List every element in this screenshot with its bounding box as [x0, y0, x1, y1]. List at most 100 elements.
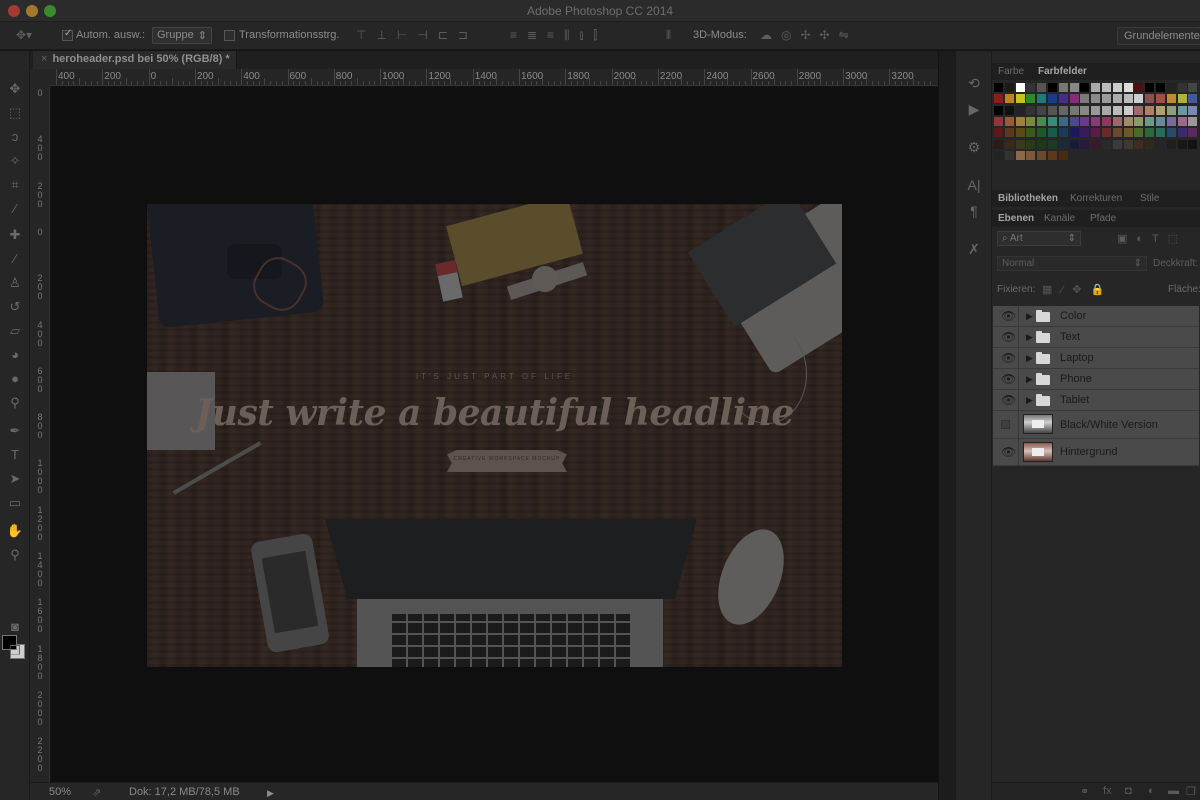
color-swatch[interactable] — [1112, 128, 1122, 138]
color-swatch[interactable] — [1048, 150, 1057, 160]
color-swatch[interactable] — [1048, 128, 1057, 138]
blend-mode-dropdown[interactable]: Normal ⇕ — [997, 256, 1147, 271]
color-swatch[interactable] — [994, 128, 1003, 138]
color-swatch[interactable] — [1145, 128, 1155, 138]
blur-tool-icon[interactable]: ● — [4, 369, 26, 389]
color-swatch[interactable] — [1026, 105, 1036, 115]
color-swatch[interactable] — [1015, 128, 1025, 138]
color-swatch[interactable] — [1080, 139, 1090, 149]
color-swatch[interactable] — [1048, 83, 1057, 92]
color-swatch[interactable] — [1177, 83, 1187, 92]
marquee-tool-icon[interactable]: ⬚ — [4, 103, 26, 123]
paint-bucket-tool-icon[interactable]: ◕ — [4, 345, 26, 365]
color-swatch[interactable] — [1134, 83, 1144, 92]
color-swatch[interactable] — [1145, 105, 1155, 115]
eraser-tool-icon[interactable]: ▱ — [4, 321, 26, 341]
color-swatch[interactable] — [1123, 83, 1133, 92]
new-layer-icon[interactable]: ❐ — [1186, 785, 1196, 798]
vertical-scrollbar[interactable] — [938, 51, 955, 800]
zoom-level[interactable]: 50% — [49, 786, 71, 798]
color-swatch[interactable] — [1134, 116, 1144, 126]
layer-filter-dropdown[interactable]: ⌕ Art ⇕ — [997, 231, 1081, 246]
color-swatch[interactable] — [1156, 94, 1165, 104]
color-swatch[interactable] — [1102, 128, 1111, 138]
color-swatch[interactable] — [1156, 128, 1165, 138]
zoom-tool-icon[interactable]: ⚲ — [4, 545, 26, 565]
color-swatch[interactable] — [1080, 83, 1090, 92]
distribute-icons[interactable]: ≡≣≡⫼⫾⫿ — [510, 28, 607, 43]
color-swatch[interactable] — [994, 150, 1003, 160]
document-image[interactable]: IT'S JUST PART OF LIFE Just write a beau… — [147, 204, 842, 667]
tab-channels[interactable]: Kanäle — [1044, 213, 1075, 224]
color-swatch[interactable] — [1026, 150, 1036, 160]
auto-select-dropdown[interactable]: Gruppe ⇕ — [152, 27, 212, 44]
color-swatch[interactable] — [1058, 83, 1068, 92]
quick-mask-icon[interactable]: ◙ — [4, 617, 26, 637]
document-tab[interactable]: × heroheader.psd bei 50% (RGB/8) * — [33, 51, 237, 69]
color-swatch[interactable] — [1123, 128, 1133, 138]
share-icon[interactable]: ⇗ — [92, 786, 101, 799]
transform-controls-checkbox[interactable] — [224, 30, 235, 41]
color-swatch[interactable] — [1048, 105, 1057, 115]
color-swatch[interactable] — [1080, 94, 1090, 104]
type-tool-icon[interactable]: T — [4, 445, 26, 465]
color-swatch[interactable] — [1123, 139, 1133, 149]
color-swatch[interactable] — [1177, 116, 1187, 126]
color-swatch[interactable] — [994, 94, 1003, 104]
color-swatch[interactable] — [1015, 150, 1025, 160]
vertical-ruler[interactable]: 0400200020040060080010001200140016001800… — [30, 86, 50, 782]
color-swatch[interactable] — [1188, 116, 1198, 126]
layer-row-phone[interactable]: 👁 ▶ Phone — [993, 368, 1199, 390]
color-swatch[interactable] — [1037, 128, 1047, 138]
tab-swatches[interactable]: Farbfelder — [1038, 66, 1087, 77]
color-swatch[interactable] — [1188, 128, 1198, 138]
color-swatch[interactable] — [1037, 94, 1047, 104]
color-swatch[interactable] — [1102, 116, 1111, 126]
color-swatch[interactable] — [1015, 94, 1025, 104]
tool-presets-icon[interactable]: ✗ — [964, 239, 984, 259]
magic-wand-tool-icon[interactable]: ✧ — [4, 151, 26, 171]
healing-brush-tool-icon[interactable]: ✚ — [4, 225, 26, 245]
brush-tool-icon[interactable]: ∕ — [4, 249, 26, 269]
color-swatch[interactable] — [1188, 94, 1198, 104]
color-swatch[interactable] — [1004, 150, 1014, 160]
color-swatch[interactable] — [1102, 94, 1111, 104]
eyedropper-tool-icon[interactable]: ⁄ — [4, 199, 26, 219]
visibility-toggle-off[interactable] — [1001, 420, 1010, 429]
history-panel-icon[interactable]: ⟲ — [964, 73, 984, 93]
workspace-switcher[interactable]: Grundelemente — [1117, 27, 1200, 45]
tab-layers[interactable]: Ebenen — [998, 213, 1034, 224]
color-swatch[interactable] — [1091, 128, 1101, 138]
horizontal-ruler[interactable]: 400 200 0 200 400 600 800 1000 1200 1400 1600 1800 2… — [50, 69, 938, 86]
crop-tool-icon[interactable]: ⌗ — [4, 175, 26, 195]
color-swatch[interactable] — [1069, 139, 1079, 149]
link-layers-icon[interactable]: ⚭ — [1080, 785, 1089, 798]
color-swatch[interactable] — [1112, 139, 1122, 149]
color-swatch[interactable] — [1145, 139, 1155, 149]
hand-tool-icon[interactable]: ✋ — [4, 521, 26, 541]
expand-arrow-icon[interactable]: ▶ — [1026, 395, 1033, 406]
visibility-eye-icon[interactable]: 👁 — [1001, 351, 1016, 365]
align-icons[interactable]: ⊤⊥⊢⊣⊏⊐ — [356, 28, 478, 42]
layer-style-icon[interactable]: fx — [1103, 785, 1112, 797]
3d-mode-icons[interactable]: ☁◎✢✣⇋ — [760, 28, 858, 42]
visibility-eye-icon[interactable]: 👁 — [1001, 372, 1016, 386]
lock-icons[interactable]: ▦∕✥🔒 — [1042, 283, 1113, 296]
layer-row-background[interactable]: 👁 Hintergrund — [993, 438, 1199, 466]
tab-paths[interactable]: Pfade — [1090, 213, 1116, 224]
rectangle-tool-icon[interactable]: ▭ — [4, 493, 26, 513]
color-swatch[interactable] — [1058, 94, 1068, 104]
color-swatch[interactable] — [1091, 116, 1101, 126]
color-swatch[interactable] — [1166, 116, 1176, 126]
layer-row-tablet[interactable]: 👁 ▶ Tablet — [993, 389, 1199, 411]
color-swatch[interactable] — [1069, 83, 1079, 92]
color-swatch[interactable] — [1102, 139, 1111, 149]
color-swatch[interactable] — [1156, 83, 1165, 92]
color-swatch[interactable] — [1069, 105, 1079, 115]
layer-row-black-white[interactable]: Black/White Version — [993, 410, 1199, 439]
layer-row-color[interactable]: 👁 ▶ Color — [993, 305, 1199, 327]
color-swatch[interactable] — [1166, 83, 1176, 92]
color-swatch[interactable] — [1091, 139, 1101, 149]
color-swatch[interactable] — [1048, 116, 1057, 126]
add-mask-icon[interactable]: ◘ — [1125, 785, 1132, 797]
